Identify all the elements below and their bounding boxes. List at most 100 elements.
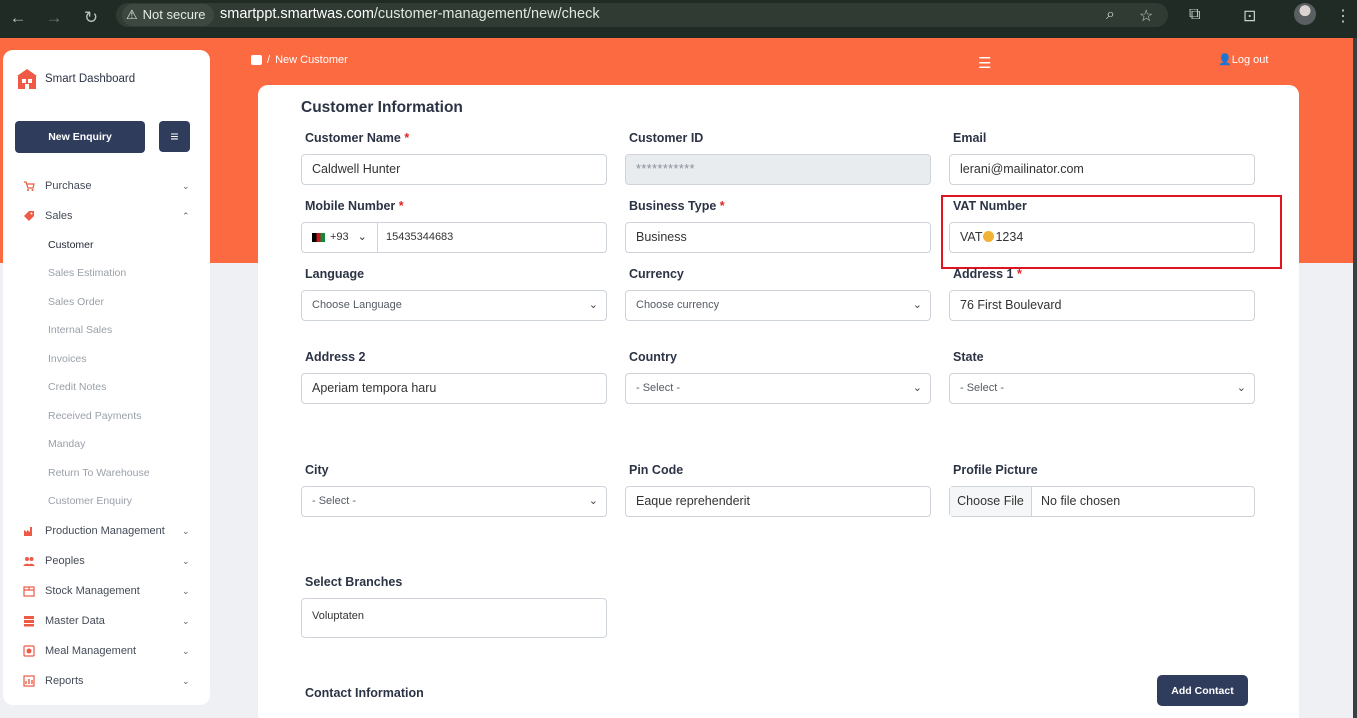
pin-code-label: Pin Code (629, 463, 684, 477)
choose-file-button[interactable]: Choose File (950, 487, 1032, 516)
mobile-number-input[interactable]: 15435344683 (386, 223, 453, 252)
add-contact-button[interactable]: Add Contact (1157, 675, 1248, 706)
branches-multiselect[interactable]: Voluptaten (301, 598, 607, 638)
sidebar-item-meal-management[interactable]: Meal Management ⌄ (3, 639, 210, 663)
chevron-down-icon: ⌄ (182, 585, 190, 596)
chevron-down-icon: ⌄ (182, 645, 190, 656)
sidebar-item-reports[interactable]: Reports ⌄ (3, 669, 210, 693)
factory-icon (24, 527, 32, 536)
breadcrumb: / New Customer (251, 54, 348, 66)
sidebar-item-peoples[interactable]: Peoples ⌄ (3, 549, 210, 573)
address-2-label: Address 2 (305, 350, 366, 364)
city-select[interactable]: - Select - ⌄ (301, 486, 607, 517)
country-select[interactable]: - Select - ⌄ (625, 373, 931, 404)
security-chip[interactable]: ⚠ Not secure (122, 4, 214, 26)
country-code-select[interactable]: +93 ⌄ (302, 223, 378, 252)
language-label: Language (305, 267, 365, 281)
file-status: No file chosen (1041, 494, 1121, 508)
address-2-input[interactable]: Aperiam tempora haru (301, 373, 607, 404)
profile-picture-label: Profile Picture (953, 463, 1038, 477)
scrollbar[interactable] (1353, 38, 1357, 718)
afghanistan-flag-icon (312, 233, 325, 242)
pin-code-input[interactable]: Eaque reprehenderit (625, 486, 931, 517)
sidebar-item-stock-management[interactable]: Stock Management ⌄ (3, 579, 210, 603)
email-field[interactable]: lerani@mailinator.com (949, 154, 1255, 185)
chevron-down-icon: ⌄ (912, 299, 922, 311)
back-icon[interactable]: ← (6, 6, 30, 30)
warning-icon: ⚠ (126, 7, 138, 22)
chevron-down-icon: ⌄ (357, 231, 367, 243)
new-enquiry-button[interactable]: New Enquiry (15, 121, 145, 153)
customer-id-label: Customer ID (629, 131, 704, 145)
sidebar-subitem-sales-estimation[interactable]: Sales Estimation (48, 267, 126, 279)
profile-picture-input: Choose File No file chosen (949, 486, 1255, 517)
logout-link[interactable]: 👤Log out (1218, 53, 1268, 66)
profile-avatar[interactable] (1294, 3, 1316, 25)
extensions-icon[interactable]: ⧉ (1189, 6, 1200, 24)
address-1-label: Address 1 * (953, 267, 1022, 281)
customer-name-input[interactable]: Caldwell Hunter (301, 154, 607, 185)
address-bar[interactable]: ⚠ Not secure smartppt.smartwas.com/custo… (116, 3, 1168, 27)
sidebar-subitem-return-to-warehouse[interactable]: Return To Warehouse (48, 467, 150, 479)
user-icon: 👤 (1218, 54, 1232, 66)
home-icon[interactable] (251, 55, 262, 65)
sidebar-subitem-customer-enquiry[interactable]: Customer Enquiry (48, 495, 132, 507)
cart-icon (24, 181, 35, 191)
sidebar-item-master-data[interactable]: Master Data ⌄ (3, 609, 210, 633)
forward-icon[interactable]: → (42, 6, 66, 30)
country-label: Country (629, 350, 677, 364)
store-logo-icon (17, 69, 37, 89)
page-title: Customer Information (301, 99, 463, 116)
chevron-down-icon: ⌄ (1236, 382, 1246, 394)
sales-tag-icon (24, 211, 34, 221)
mobile-number-field: +93 ⌄ 15435344683 (301, 222, 607, 253)
chevron-down-icon: ⌄ (182, 615, 190, 626)
state-select[interactable]: - Select - ⌄ (949, 373, 1255, 404)
currency-label: Currency (629, 267, 684, 281)
zoom-icon[interactable]: ⌕ (1106, 6, 1115, 24)
business-type-label: Business Type * (629, 199, 725, 213)
customer-id-input: *********** (625, 154, 931, 185)
sidebar-subitem-received-payments[interactable]: Received Payments (48, 410, 141, 422)
city-label: City (305, 463, 329, 477)
chevron-down-icon: ⌄ (182, 525, 190, 536)
business-type-input[interactable]: Business (625, 222, 931, 253)
sidebar-subitem-credit-notes[interactable]: Credit Notes (48, 381, 106, 393)
sidebar-item-purchase[interactable]: Purchase ⌄ (3, 174, 210, 198)
search-tabs-icon[interactable]: ⊡ (1243, 6, 1256, 26)
stock-box-icon (23, 586, 35, 597)
sidebar-item-sales[interactable]: Sales ⌃ (3, 204, 210, 228)
reload-icon[interactable]: ↻ (79, 6, 103, 30)
brand-name: Smart Dashboard (45, 73, 136, 85)
customer-name-label: Customer Name * (305, 131, 410, 145)
star-icon[interactable]: ☆ (1139, 6, 1153, 26)
brand[interactable]: Smart Dashboard (15, 68, 135, 90)
database-icon (24, 616, 34, 627)
people-icon (23, 557, 35, 566)
sidebar-item-production-management[interactable]: Production Management ⌄ (3, 519, 210, 543)
address-1-input[interactable]: 76 First Boulevard (949, 290, 1255, 321)
email-label: Email (953, 131, 987, 145)
more-vert-icon[interactable]: ⋮ (1335, 6, 1351, 26)
state-label: State (953, 350, 984, 364)
breadcrumb-current: New Customer (275, 54, 348, 66)
contact-information-heading: Contact Information (305, 686, 424, 700)
menu-toggle-button[interactable]: ≡ (159, 121, 190, 152)
chevron-down-icon: ⌄ (912, 382, 922, 394)
browser-toolbar: ← → ↻ ⚠ Not secure smartppt.smartwas.com… (0, 0, 1357, 38)
select-branches-label: Select Branches (305, 575, 403, 589)
language-select[interactable]: Choose Language ⌄ (301, 290, 607, 321)
chevron-down-icon: ⌄ (588, 299, 598, 311)
highlight-box (941, 195, 1282, 269)
currency-select[interactable]: Choose currency ⌄ (625, 290, 931, 321)
sidebar-subitem-invoices[interactable]: Invoices (48, 353, 87, 365)
url-text: smartppt.smartwas.com/customer-managemen… (220, 6, 600, 22)
sidebar-subitem-sales-order[interactable]: Sales Order (48, 296, 104, 308)
chevron-down-icon: ⌄ (182, 555, 190, 566)
sidebar-subitem-internal-sales[interactable]: Internal Sales (48, 324, 112, 336)
reports-icon (23, 675, 35, 687)
sidebar-subitem-customer[interactable]: Customer (48, 239, 94, 251)
sidebar-subitem-manday[interactable]: Manday (48, 438, 85, 450)
chevron-down-icon: ⌄ (588, 495, 598, 507)
hamburger-icon[interactable]: ☰ (978, 54, 991, 72)
